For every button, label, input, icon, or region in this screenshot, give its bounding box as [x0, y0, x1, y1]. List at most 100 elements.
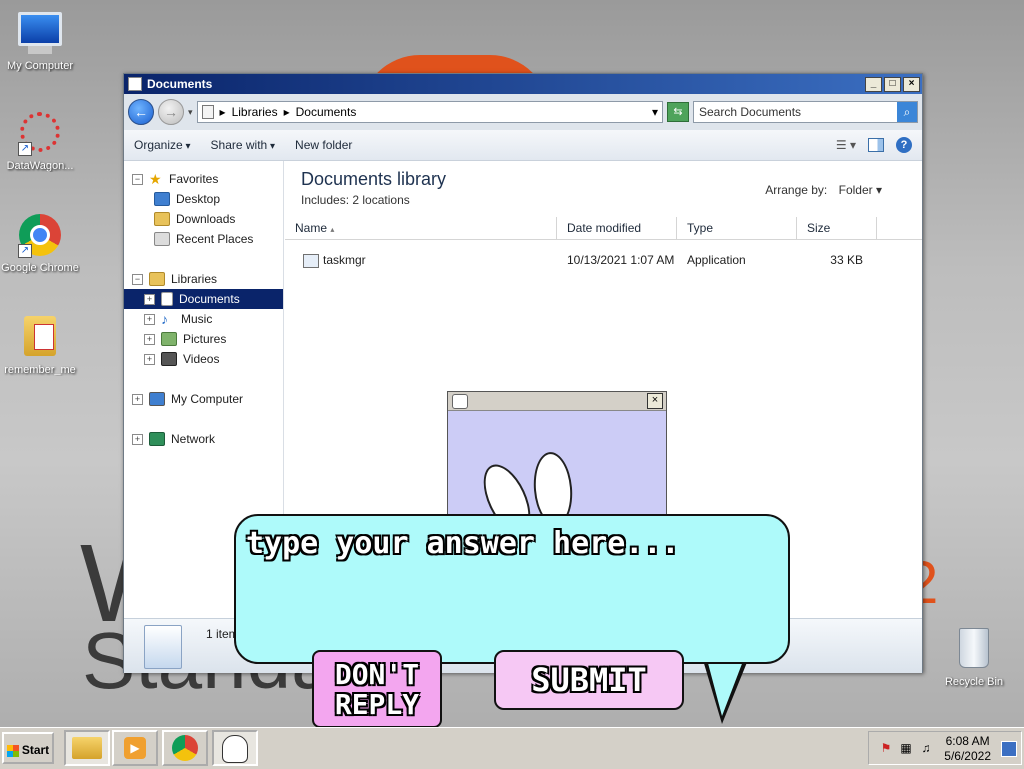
- desktop-icon-recycle-bin[interactable]: Recycle Bin: [934, 628, 1014, 688]
- media-player-icon: ▶: [124, 737, 146, 759]
- address-field[interactable]: ▸ Libraries ▸ Documents ▾: [196, 101, 663, 123]
- shortcut-arrow-icon: ↗: [18, 142, 32, 156]
- column-headers: Name ▴ Date modified Type Size: [285, 217, 922, 240]
- documents-icon: [161, 292, 173, 306]
- volume-icon[interactable]: ♫: [919, 741, 933, 755]
- column-type[interactable]: Type: [677, 217, 797, 239]
- nav-videos[interactable]: + Videos: [124, 349, 283, 369]
- system-tray: ⚑ ▦ ♫ 6:08 AM 5/6/2022: [868, 731, 1022, 765]
- organize-button[interactable]: Organize: [134, 138, 191, 152]
- address-dropdown-icon[interactable]: ▾: [652, 105, 658, 119]
- desktop-icon: [154, 192, 170, 206]
- nav-favorites[interactable]: − ★ Favorites: [124, 169, 283, 189]
- chrome-icon: [172, 735, 198, 761]
- expand-icon[interactable]: +: [144, 293, 155, 305]
- nav-label: Network: [171, 432, 216, 446]
- desktop-icon-datawagon[interactable]: ↗ DataWagon...: [0, 112, 80, 172]
- desktop-icon-google-chrome[interactable]: ↗ Google Chrome: [0, 214, 80, 274]
- back-button[interactable]: ←: [128, 99, 154, 125]
- new-folder-button[interactable]: New folder: [295, 138, 352, 152]
- preview-pane-icon[interactable]: [868, 138, 884, 152]
- taskbar-explorer[interactable]: [64, 730, 110, 766]
- locations-link[interactable]: 2 locations: [352, 193, 409, 207]
- collapse-icon[interactable]: −: [132, 173, 143, 185]
- title-bar[interactable]: Documents _ □ ×: [124, 74, 922, 94]
- address-bar: ← → ▾ ▸ Libraries ▸ Documents ▾ ⇆ Search…: [124, 94, 922, 130]
- file-size: 33 KB: [830, 253, 863, 267]
- nav-label: Downloads: [176, 212, 236, 226]
- expand-icon[interactable]: +: [144, 353, 155, 365]
- nav-my-computer[interactable]: + My Computer: [124, 389, 283, 409]
- view-options-icon[interactable]: ☰ ▾: [836, 138, 856, 152]
- network-icon: [149, 432, 165, 446]
- file-name: taskmgr: [323, 253, 366, 267]
- arrange-by-dropdown[interactable]: Folder: [839, 183, 882, 197]
- minimize-button[interactable]: _: [865, 76, 882, 92]
- music-icon: ♪: [161, 311, 168, 327]
- start-button[interactable]: Start: [2, 732, 54, 764]
- search-placeholder: Search Documents: [699, 105, 802, 119]
- column-size[interactable]: Size: [797, 217, 877, 239]
- answer-input[interactable]: [246, 526, 770, 563]
- chrome-icon: ↗: [18, 214, 62, 258]
- nav-label: Recent Places: [176, 232, 254, 246]
- nav-recent-places[interactable]: Recent Places: [124, 229, 283, 249]
- taskbar-bunny[interactable]: [212, 730, 258, 766]
- desktop-icon-label: DataWagon...: [6, 160, 74, 172]
- desktop-icon-my-computer[interactable]: My Computer: [0, 10, 80, 72]
- breadcrumb-libraries[interactable]: Libraries: [232, 105, 278, 119]
- arrange-by-label: Arrange by:: [765, 183, 828, 197]
- libraries-icon: [149, 272, 165, 286]
- nav-documents[interactable]: + Documents: [124, 289, 283, 309]
- search-icon[interactable]: ⌕: [897, 102, 917, 122]
- popup-title-bar[interactable]: ×: [448, 392, 666, 411]
- refresh-button[interactable]: ⇆: [667, 102, 689, 122]
- nav-libraries[interactable]: − Libraries: [124, 269, 283, 289]
- nav-label: My Computer: [171, 392, 244, 406]
- library-icon: [201, 105, 214, 119]
- taskbar-media-player[interactable]: ▶: [112, 730, 158, 766]
- submit-button[interactable]: SUBMIT: [494, 650, 684, 710]
- computer-icon: [18, 12, 62, 56]
- file-date-modified: 10/13/2021 1:07 AM: [567, 253, 675, 267]
- nav-network[interactable]: + Network: [124, 429, 283, 449]
- nav-desktop[interactable]: Desktop: [124, 189, 283, 209]
- popup-close-button[interactable]: ×: [647, 393, 663, 409]
- breadcrumb-documents[interactable]: Documents: [296, 105, 357, 119]
- taskbar-chrome[interactable]: [162, 730, 208, 766]
- expand-icon[interactable]: +: [132, 433, 143, 445]
- star-icon: ★: [149, 171, 162, 187]
- command-bar: Organize Share with New folder ☰ ▾ ?: [124, 130, 922, 161]
- action-center-flag-icon[interactable]: ⚑: [879, 741, 893, 755]
- close-button[interactable]: ×: [903, 76, 920, 92]
- desktop-icon-label: Google Chrome: [1, 262, 79, 274]
- nav-label: Videos: [183, 352, 220, 366]
- show-desktop-icon[interactable]: [1001, 741, 1017, 757]
- network-icon[interactable]: ▦: [899, 741, 913, 755]
- help-icon[interactable]: ?: [896, 137, 912, 153]
- column-date-modified[interactable]: Date modified: [557, 217, 677, 239]
- column-name[interactable]: Name ▴: [285, 217, 557, 239]
- sort-ascending-icon: ▴: [330, 225, 335, 234]
- table-row[interactable]: taskmgr 10/13/2021 1:07 AM Application 3…: [285, 249, 922, 268]
- recent-pages-dropdown-icon[interactable]: ▾: [188, 107, 193, 118]
- nav-pictures[interactable]: + Pictures: [124, 329, 283, 349]
- bunny-icon: [452, 394, 468, 409]
- expand-icon[interactable]: +: [144, 313, 155, 325]
- column-label: Name: [295, 221, 328, 235]
- share-with-button[interactable]: Share with: [211, 138, 276, 152]
- forward-button[interactable]: →: [158, 99, 184, 125]
- nav-downloads[interactable]: Downloads: [124, 209, 283, 229]
- desktop-icon-label: My Computer: [6, 60, 74, 72]
- nav-music[interactable]: + ♪ Music: [124, 309, 283, 329]
- search-input[interactable]: Search Documents ⌕: [693, 101, 918, 123]
- maximize-button[interactable]: □: [884, 76, 901, 92]
- collapse-icon[interactable]: −: [132, 273, 143, 285]
- desktop-icon-remember-me[interactable]: remember_me: [0, 316, 80, 376]
- dont-reply-button[interactable]: DON'T REPLY: [312, 650, 442, 728]
- folder-icon: [72, 737, 102, 759]
- clock[interactable]: 6:08 AM 5/6/2022: [944, 734, 991, 764]
- expand-icon[interactable]: +: [132, 393, 143, 405]
- expand-icon[interactable]: +: [144, 333, 155, 345]
- videos-icon: [161, 352, 177, 366]
